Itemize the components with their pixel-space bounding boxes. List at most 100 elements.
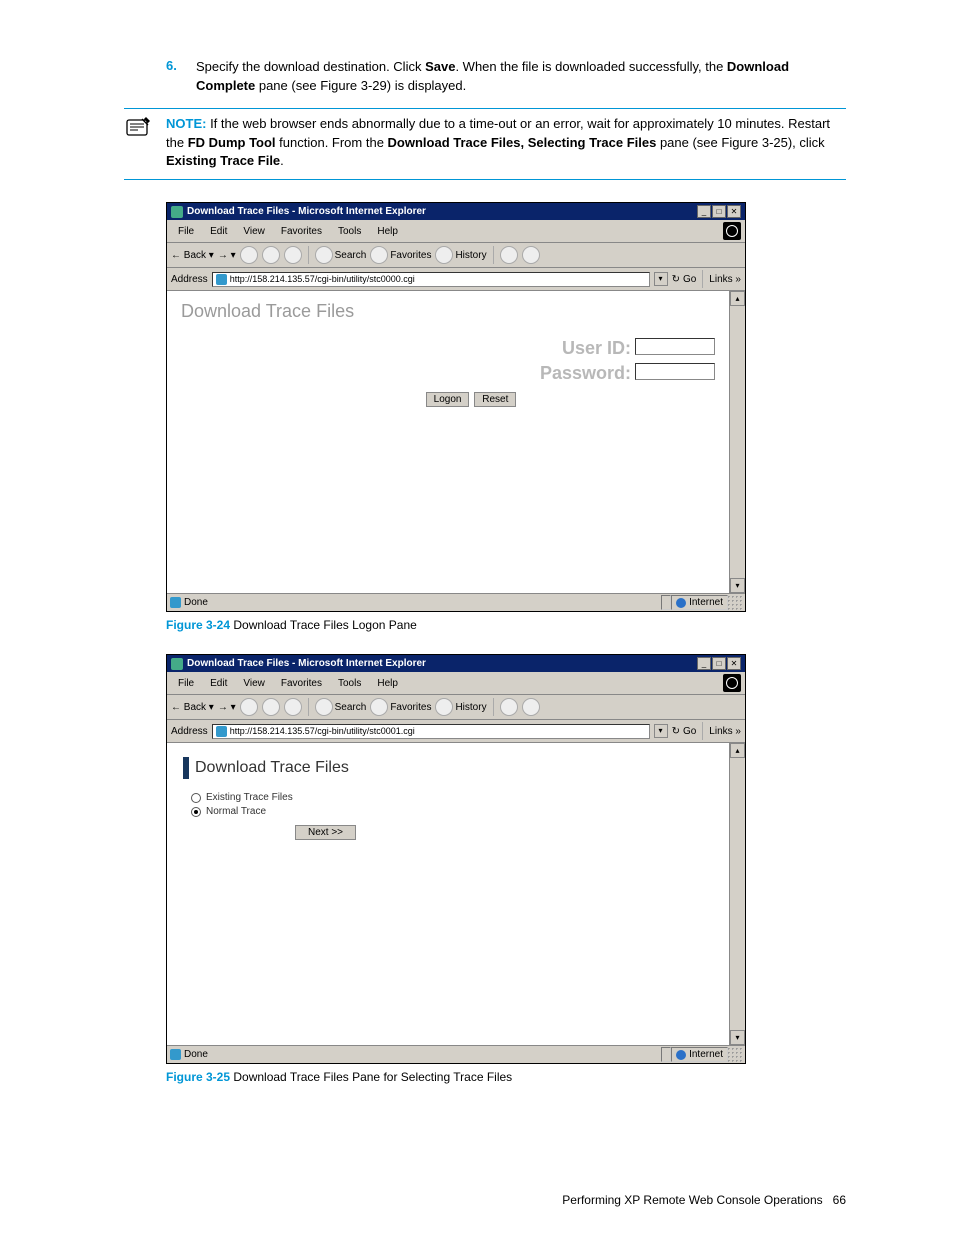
figure-text: Download Trace Files Logon Pane	[230, 618, 417, 632]
address-url: http://158.214.135.57/cgi-bin/utility/st…	[230, 726, 415, 736]
save-bold: Save	[425, 59, 455, 74]
refresh-icon[interactable]	[262, 246, 280, 264]
status-text: Done	[184, 1049, 208, 1060]
go-button[interactable]: ↻Go	[672, 726, 697, 737]
address-dropdown[interactable]: ▾	[654, 724, 668, 738]
step-number: 6.	[166, 58, 196, 96]
scroll-up-icon[interactable]: ▴	[730, 291, 745, 306]
back-nav[interactable]: ← Back ▾	[171, 250, 214, 261]
next-button[interactable]: Next >>	[295, 825, 356, 840]
ie-statusbar: Done Internet	[167, 1045, 745, 1063]
address-label: Address	[171, 726, 208, 737]
search-icon	[315, 246, 333, 264]
print-icon[interactable]	[522, 246, 540, 264]
page-icon	[216, 726, 227, 737]
history-button[interactable]: History	[435, 698, 486, 716]
history-icon	[435, 246, 453, 264]
menu-file[interactable]: File	[171, 225, 201, 238]
history-button[interactable]: History	[435, 246, 486, 264]
figure-caption: Figure 3-25 Download Trace Files Pane fo…	[166, 1070, 846, 1084]
stop-icon[interactable]	[240, 698, 258, 716]
scroll-up-icon[interactable]: ▴	[730, 743, 745, 758]
menu-help[interactable]: Help	[370, 677, 405, 690]
menu-edit[interactable]: Edit	[203, 225, 234, 238]
ie-window: Download Trace Files - Microsoft Interne…	[166, 654, 746, 1064]
minimize-button[interactable]: _	[697, 205, 711, 218]
refresh-icon[interactable]	[262, 698, 280, 716]
password-input[interactable]	[635, 363, 715, 380]
back-nav[interactable]: ← Back ▾	[171, 702, 214, 713]
home-icon[interactable]	[284, 698, 302, 716]
ie-menubar: File Edit View Favorites Tools Help	[167, 220, 745, 243]
menu-favorites[interactable]: Favorites	[274, 677, 329, 690]
radio-icon-selected[interactable]	[191, 807, 201, 817]
userid-input[interactable]	[635, 338, 715, 355]
ie-app-icon	[171, 658, 183, 670]
search-button[interactable]: Search	[315, 698, 367, 716]
print-icon[interactable]	[522, 698, 540, 716]
t: .	[280, 153, 284, 168]
go-button[interactable]: ↻Go	[672, 274, 697, 285]
address-input[interactable]: http://158.214.135.57/cgi-bin/utility/st…	[212, 724, 650, 739]
logon-button[interactable]: Logon	[426, 392, 470, 407]
menu-view[interactable]: View	[236, 225, 272, 238]
links-button[interactable]: Links »	[709, 726, 741, 737]
page-heading: Download Trace Files	[181, 301, 715, 322]
stop-icon[interactable]	[240, 246, 258, 264]
menu-view[interactable]: View	[236, 677, 272, 690]
close-button[interactable]: ✕	[727, 657, 741, 670]
resize-grip[interactable]	[728, 596, 742, 610]
maximize-button[interactable]: □	[712, 657, 726, 670]
scrollbar[interactable]: ▴ ▾	[729, 743, 745, 1045]
menu-file[interactable]: File	[171, 677, 201, 690]
t: . When the file is downloaded successful…	[455, 59, 726, 74]
figure-label: Figure 3-25	[166, 1070, 230, 1084]
ie-content: Download Trace Files Existing Trace File…	[167, 743, 745, 1045]
footer-text: Performing XP Remote Web Console Operati…	[562, 1193, 822, 1207]
page-footer: Performing XP Remote Web Console Operati…	[562, 1193, 846, 1207]
zone-icon	[676, 598, 686, 608]
ie-content: Download Trace Files User ID: Password: …	[167, 291, 745, 593]
scroll-down-icon[interactable]: ▾	[730, 1030, 745, 1045]
t: Download Trace Files, Selecting Trace Fi…	[388, 135, 657, 150]
address-dropdown[interactable]: ▾	[654, 272, 668, 286]
mail-icon[interactable]	[500, 698, 518, 716]
ie-addressbar: Address http://158.214.135.57/cgi-bin/ut…	[167, 268, 745, 291]
option-normal[interactable]: Normal Trace	[191, 806, 715, 817]
fwd-nav[interactable]: → ▾	[218, 250, 236, 261]
ie-addressbar: Address http://158.214.135.57/cgi-bin/ut…	[167, 720, 745, 743]
heading-bar-icon	[183, 757, 189, 779]
scrollbar[interactable]: ▴ ▾	[729, 291, 745, 593]
t: function. From the	[276, 135, 388, 150]
favorites-button[interactable]: Favorites	[370, 246, 431, 264]
address-label: Address	[171, 274, 208, 285]
menu-edit[interactable]: Edit	[203, 677, 234, 690]
figure-caption: Figure 3-24 Download Trace Files Logon P…	[166, 618, 846, 632]
option-existing[interactable]: Existing Trace Files	[191, 792, 715, 803]
search-button[interactable]: Search	[315, 246, 367, 264]
resize-grip[interactable]	[728, 1048, 742, 1062]
home-icon[interactable]	[284, 246, 302, 264]
menu-tools[interactable]: Tools	[331, 677, 368, 690]
ie-logo-icon	[723, 674, 741, 692]
address-input[interactable]: http://158.214.135.57/cgi-bin/utility/st…	[212, 272, 650, 287]
radio-icon[interactable]	[191, 793, 201, 803]
menu-favorites[interactable]: Favorites	[274, 225, 329, 238]
fwd-nav[interactable]: → ▾	[218, 702, 236, 713]
history-icon	[435, 698, 453, 716]
close-button[interactable]: ✕	[727, 205, 741, 218]
page-heading: Download Trace Files	[195, 759, 349, 777]
mail-icon[interactable]	[500, 246, 518, 264]
note-block: NOTE: If the web browser ends abnormally…	[124, 115, 846, 172]
ie-statusbar: Done Internet	[167, 593, 745, 611]
note-icon	[124, 115, 156, 172]
menu-tools[interactable]: Tools	[331, 225, 368, 238]
reset-button[interactable]: Reset	[474, 392, 516, 407]
scroll-down-icon[interactable]: ▾	[730, 578, 745, 593]
ie-titlebar: Download Trace Files - Microsoft Interne…	[167, 655, 745, 672]
links-button[interactable]: Links »	[709, 274, 741, 285]
maximize-button[interactable]: □	[712, 205, 726, 218]
minimize-button[interactable]: _	[697, 657, 711, 670]
favorites-button[interactable]: Favorites	[370, 698, 431, 716]
menu-help[interactable]: Help	[370, 225, 405, 238]
